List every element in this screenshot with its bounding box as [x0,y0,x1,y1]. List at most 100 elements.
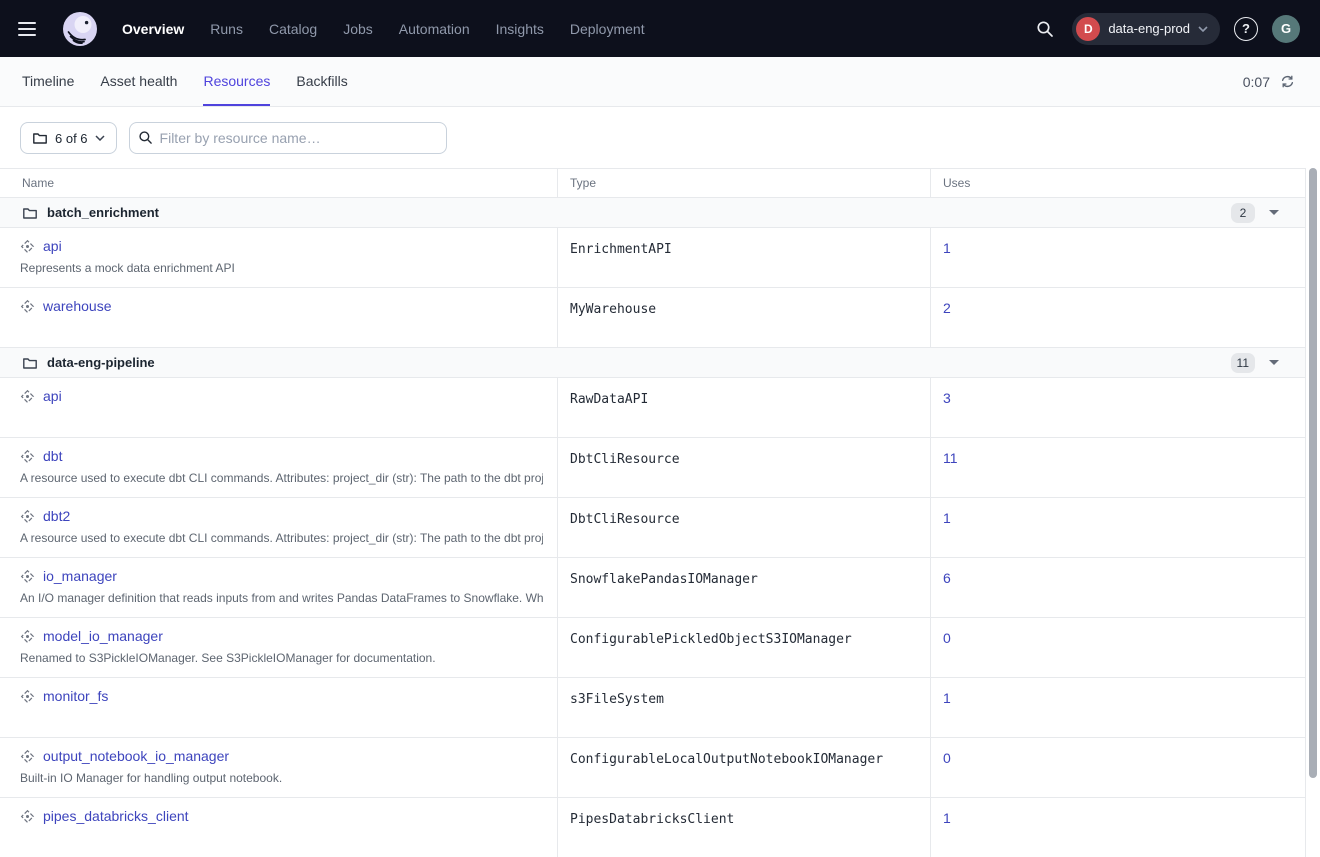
nav-item-catalog[interactable]: Catalog [269,21,317,37]
main-nav-items: Overview Runs Catalog Jobs Automation Insight… [122,21,645,37]
resource-type-cell: SnowflakePandasIOManager [557,558,930,617]
resource-name-link[interactable]: api [43,238,62,254]
resource-uses-link[interactable]: 0 [943,630,951,646]
resource-type: DbtCliResource [570,512,680,527]
vertical-scrollbar[interactable] [1309,168,1317,778]
group-count-badge: 2 [1231,203,1255,223]
resource-type-cell: ConfigurableLocalOutputNotebookIOManager [557,738,930,797]
nav-item-overview[interactable]: Overview [122,21,184,37]
resource-filter-input[interactable] [129,122,447,154]
resource-description: A resource used to execute dbt CLI comma… [20,531,543,545]
help-button[interactable]: ? [1234,17,1258,41]
resource-row: dbt2 A resource used to execute dbt CLI … [0,498,1305,558]
resource-type: s3FileSystem [570,692,664,707]
resource-uses-link[interactable]: 0 [943,750,951,766]
resource-row: api Represents a mock data enrichment AP… [0,228,1305,288]
resource-row: warehouse MyWarehouse 2 [0,288,1305,348]
resource-type-cell: s3FileSystem [557,678,930,737]
nav-item-deployment[interactable]: Deployment [570,21,645,37]
resource-type-cell: MyWarehouse [557,288,930,347]
resource-uses-link[interactable]: 3 [943,390,951,406]
user-avatar[interactable]: G [1272,15,1300,43]
resource-icon [20,299,35,314]
resource-name-link[interactable]: output_notebook_io_manager [43,748,229,764]
resource-table: Name Type Uses batch_enrichment 2 api Re [0,168,1320,857]
resource-name-link[interactable]: api [43,388,62,404]
resource-row: output_notebook_io_manager Built-in IO M… [0,738,1305,798]
nav-item-automation[interactable]: Automation [399,21,470,37]
resource-uses-cell: 0 [930,618,1306,677]
resource-uses-cell: 1 [930,678,1306,737]
workspace-selector[interactable]: D data-eng-prod [1072,13,1220,45]
resource-row: dbt A resource used to execute dbt CLI c… [0,438,1305,498]
collapse-caret-icon[interactable] [1269,210,1279,215]
resource-name-cell: pipes_databricks_client [0,798,557,857]
resource-type-cell: RawDataAPI [557,378,930,437]
resource-description: Renamed to S3PickleIOManager. See S3Pick… [20,651,543,665]
resource-type: ConfigurablePickledObjectS3IOManager [570,632,852,647]
resource-uses-cell: 1 [930,498,1306,557]
tab-asset-health[interactable]: Asset health [100,57,177,106]
nav-item-jobs[interactable]: Jobs [343,21,373,37]
folder-icon [22,355,38,371]
page-tabbar: Timeline Asset health Resources Backfills 0… [0,57,1320,107]
resource-type: PipesDatabricksClient [570,812,734,827]
resource-uses-cell: 11 [930,438,1306,497]
group-name: batch_enrichment [47,205,159,220]
resource-name-link[interactable]: pipes_databricks_client [43,808,189,824]
resource-row: pipes_databricks_client PipesDatabricksC… [0,798,1305,857]
group-row[interactable]: data-eng-pipeline 11 [0,348,1305,378]
nav-item-insights[interactable]: Insights [496,21,544,37]
group-count-dropdown[interactable]: 6 of 6 [20,122,117,154]
resource-icon [20,449,35,464]
resource-icon [20,509,35,524]
resource-icon [20,689,35,704]
resource-uses-link[interactable]: 1 [943,690,951,706]
resource-uses-cell: 1 [930,228,1306,287]
tab-backfills[interactable]: Backfills [296,57,347,106]
resource-type-cell: ConfigurablePickledObjectS3IOManager [557,618,930,677]
refresh-icon[interactable] [1280,73,1298,91]
resource-name-link[interactable]: io_manager [43,568,117,584]
resource-name-link[interactable]: warehouse [43,298,112,314]
workspace-badge: D [1076,17,1100,41]
resource-type: ConfigurableLocalOutputNotebookIOManager [570,752,883,767]
resource-type: MyWarehouse [570,302,656,317]
resource-uses-link[interactable]: 1 [943,810,951,826]
resource-name-link[interactable]: dbt2 [43,508,70,524]
tab-resources[interactable]: Resources [203,57,270,106]
nav-item-runs[interactable]: Runs [210,21,243,37]
tab-timeline[interactable]: Timeline [22,57,74,106]
resource-type-cell: DbtCliResource [557,438,930,497]
resource-row: model_io_manager Renamed to S3PickleIOMa… [0,618,1305,678]
refresh-timer: 0:07 [1243,74,1270,90]
resource-icon [20,629,35,644]
collapse-caret-icon[interactable] [1269,360,1279,365]
search-icon[interactable] [1032,16,1058,42]
resource-name-link[interactable]: monitor_fs [43,688,108,704]
resource-name-link[interactable]: model_io_manager [43,628,163,644]
resource-uses-link[interactable]: 1 [943,510,951,526]
group-row[interactable]: batch_enrichment 2 [0,198,1305,228]
resource-name-cell: api Represents a mock data enrichment AP… [0,228,557,287]
resource-uses-cell: 0 [930,738,1306,797]
hamburger-menu-icon[interactable] [18,17,42,41]
resource-type: RawDataAPI [570,392,648,407]
resource-uses-link[interactable]: 2 [943,300,951,316]
chevron-down-icon [1198,26,1208,32]
dagster-logo[interactable] [62,11,98,47]
table-header: Name Type Uses [0,169,1305,198]
resource-uses-cell: 2 [930,288,1306,347]
top-navigation-bar: Overview Runs Catalog Jobs Automation Insight… [0,0,1320,57]
resource-type-cell: EnrichmentAPI [557,228,930,287]
resource-uses-link[interactable]: 1 [943,240,951,256]
resource-name-link[interactable]: dbt [43,448,62,464]
resource-uses-link[interactable]: 6 [943,570,951,586]
resource-uses-link[interactable]: 11 [943,450,958,466]
page-tabs: Timeline Asset health Resources Backfills [22,57,348,106]
resource-name-cell: model_io_manager Renamed to S3PickleIOMa… [0,618,557,677]
workspace-name: data-eng-prod [1108,21,1190,36]
resource-name-cell: dbt A resource used to execute dbt CLI c… [0,438,557,497]
resource-name-cell: warehouse [0,288,557,347]
resource-icon [20,239,35,254]
